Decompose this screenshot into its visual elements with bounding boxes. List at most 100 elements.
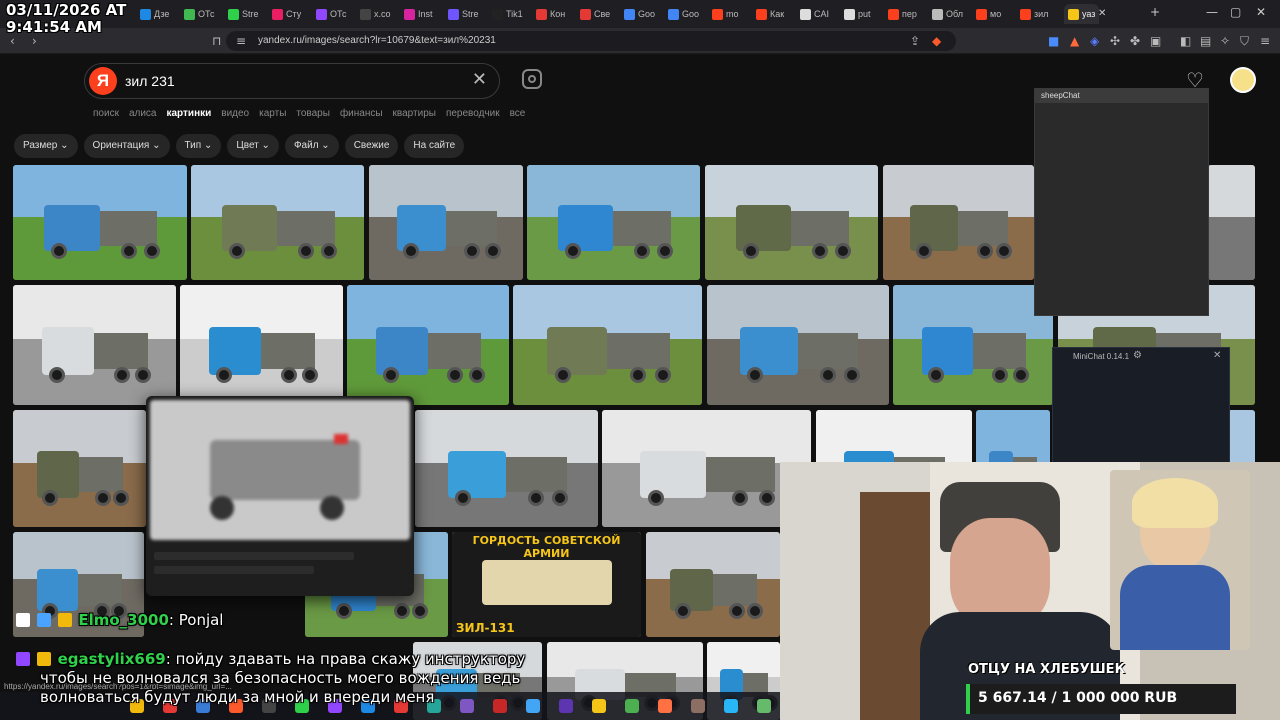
preview-image[interactable] [150, 400, 410, 540]
yandex-logo-icon[interactable]: Я [89, 67, 117, 95]
filter-chip[interactable]: Ориентация ⌄ [83, 134, 170, 158]
browser-tab[interactable]: mo [712, 4, 739, 24]
filter-chip[interactable]: Тип ⌄ [175, 134, 222, 158]
taskbar-app-icon[interactable] [460, 699, 474, 713]
minichat-close-icon[interactable]: ✕ [1213, 350, 1221, 361]
forward-icon[interactable]: › [32, 34, 37, 48]
share-icon[interactable]: ⇪ [910, 34, 920, 48]
filter-chip[interactable]: Свежие [344, 134, 399, 158]
browser-tab[interactable]: Inst [404, 4, 433, 24]
browser-tab[interactable]: Goo [668, 4, 699, 24]
browser-tab[interactable]: мо [976, 4, 1001, 24]
site-info-icon[interactable]: ≡ [236, 34, 246, 48]
service-link[interactable]: карты [259, 108, 286, 119]
service-link[interactable]: переводчик [446, 108, 500, 119]
taskbar-app-icon[interactable] [658, 699, 672, 713]
taskbar-app-icon[interactable] [592, 699, 606, 713]
image-result-tile[interactable] [13, 285, 176, 405]
browser-tab[interactable]: зил [1020, 4, 1048, 24]
service-link[interactable]: финансы [340, 108, 383, 119]
browser-tab[interactable]: уаз [1064, 4, 1100, 24]
search-box[interactable]: Я зил 231 ✕ [84, 63, 500, 99]
avatar[interactable] [1230, 67, 1256, 93]
maximize-icon[interactable]: ▢ [1230, 5, 1241, 19]
browser-tab[interactable]: Дзе [140, 4, 169, 24]
image-result-tile[interactable] [646, 532, 780, 637]
extensions-icon[interactable]: ✤ [1130, 34, 1140, 48]
service-link[interactable]: квартиры [393, 108, 436, 119]
taskbar-app-icon[interactable] [691, 699, 705, 713]
ai-icon[interactable]: ✧ [1220, 34, 1230, 48]
close-tab-icon[interactable]: ✕ [1098, 8, 1106, 19]
extension-vpn-icon[interactable]: ◈ [1090, 34, 1099, 48]
browser-tab[interactable]: ОТс [316, 4, 347, 24]
new-tab-icon[interactable]: + [1150, 5, 1160, 19]
service-link[interactable]: поиск [93, 108, 119, 119]
browser-tab[interactable]: Stre [228, 4, 259, 24]
browser-tab[interactable]: пер [888, 4, 917, 24]
back-icon[interactable]: ‹ [10, 34, 15, 48]
close-window-icon[interactable]: ✕ [1256, 5, 1266, 19]
minichat-window[interactable]: MiniChat 0.14.1 ⚙ ✕ [1052, 347, 1230, 463]
filter-chip[interactable]: Файл ⌄ [284, 134, 339, 158]
taskbar-app-icon[interactable] [625, 699, 639, 713]
image-hover-preview[interactable] [146, 396, 414, 596]
translate-icon[interactable]: ■ [1048, 34, 1059, 48]
taskbar-app-icon[interactable] [493, 699, 507, 713]
taskbar-app-icon[interactable] [559, 699, 573, 713]
service-link[interactable]: картинки [166, 108, 211, 119]
image-result-tile[interactable] [527, 165, 700, 280]
sidebar-icon[interactable]: ◧ [1180, 34, 1191, 48]
image-result-tile[interactable] [415, 410, 598, 527]
shield-icon[interactable]: ⛉ [1240, 34, 1249, 49]
service-link[interactable]: видео [221, 108, 249, 119]
image-result-tile[interactable] [347, 285, 509, 405]
image-result-tile[interactable] [707, 285, 889, 405]
image-result-tile[interactable]: ГОРДОСТЬ СОВЕТСКОЙ АРМИИ ЗИЛ-131 [452, 532, 641, 637]
bookmark-icon[interactable]: ⊓ [212, 34, 221, 48]
screenshot-icon[interactable]: ▣ [1150, 34, 1161, 48]
image-result-tile[interactable] [513, 285, 702, 405]
browser-tab[interactable]: ОТс [184, 4, 215, 24]
minichat-settings-icon[interactable]: ⚙ [1133, 350, 1142, 361]
service-link[interactable]: все [510, 108, 526, 119]
image-result-tile[interactable] [180, 285, 343, 405]
extension-fox-icon[interactable]: ▲ [1070, 34, 1079, 48]
search-input[interactable]: зил 231 [125, 73, 175, 89]
brave-shield-icon[interactable]: ◆ [932, 34, 941, 48]
browser-tab[interactable]: CAI [800, 4, 829, 24]
browser-tab[interactable]: Как [756, 4, 784, 24]
browser-tab[interactable]: put [844, 4, 871, 24]
service-link[interactable]: алиса [129, 108, 157, 119]
image-result-tile[interactable] [13, 410, 146, 527]
browser-tab[interactable]: Сту [272, 4, 301, 24]
filter-chip[interactable]: Размер ⌄ [14, 134, 78, 158]
image-result-tile[interactable] [369, 165, 523, 280]
sheepchat-window[interactable]: sheepChat [1034, 88, 1209, 316]
url-field[interactable]: yandex.ru/images/search?lr=10679&text=зи… [226, 31, 956, 51]
image-result-tile[interactable] [1208, 165, 1255, 280]
browser-tab[interactable]: Goo [624, 4, 655, 24]
browser-tab[interactable]: Обл [932, 4, 963, 24]
image-result-tile[interactable] [13, 165, 187, 280]
image-result-tile[interactable] [893, 285, 1053, 405]
filter-chip[interactable]: На сайте [404, 134, 465, 158]
browser-tab[interactable]: Кон [536, 4, 565, 24]
browser-tab[interactable]: Све [580, 4, 610, 24]
image-result-tile[interactable] [705, 165, 878, 280]
image-result-tile[interactable] [191, 165, 364, 280]
camera-search-icon[interactable] [522, 69, 542, 89]
taskbar-app-icon[interactable] [526, 699, 540, 713]
minimize-icon[interactable]: — [1206, 5, 1218, 19]
image-result-tile[interactable] [883, 165, 1034, 280]
extension-tools-icon[interactable]: ✣ [1110, 34, 1120, 48]
filter-chip[interactable]: Цвет ⌄ [227, 134, 279, 158]
wallet-icon[interactable]: ▤ [1200, 34, 1211, 48]
clear-search-icon[interactable]: ✕ [472, 69, 487, 90]
service-link[interactable]: товары [296, 108, 330, 119]
browser-tab[interactable]: Stre [448, 4, 479, 24]
taskbar-app-icon[interactable] [757, 699, 771, 713]
taskbar-app-icon[interactable] [724, 699, 738, 713]
browser-tab[interactable]: x.co [360, 4, 391, 24]
menu-icon[interactable]: ≡ [1260, 34, 1270, 48]
